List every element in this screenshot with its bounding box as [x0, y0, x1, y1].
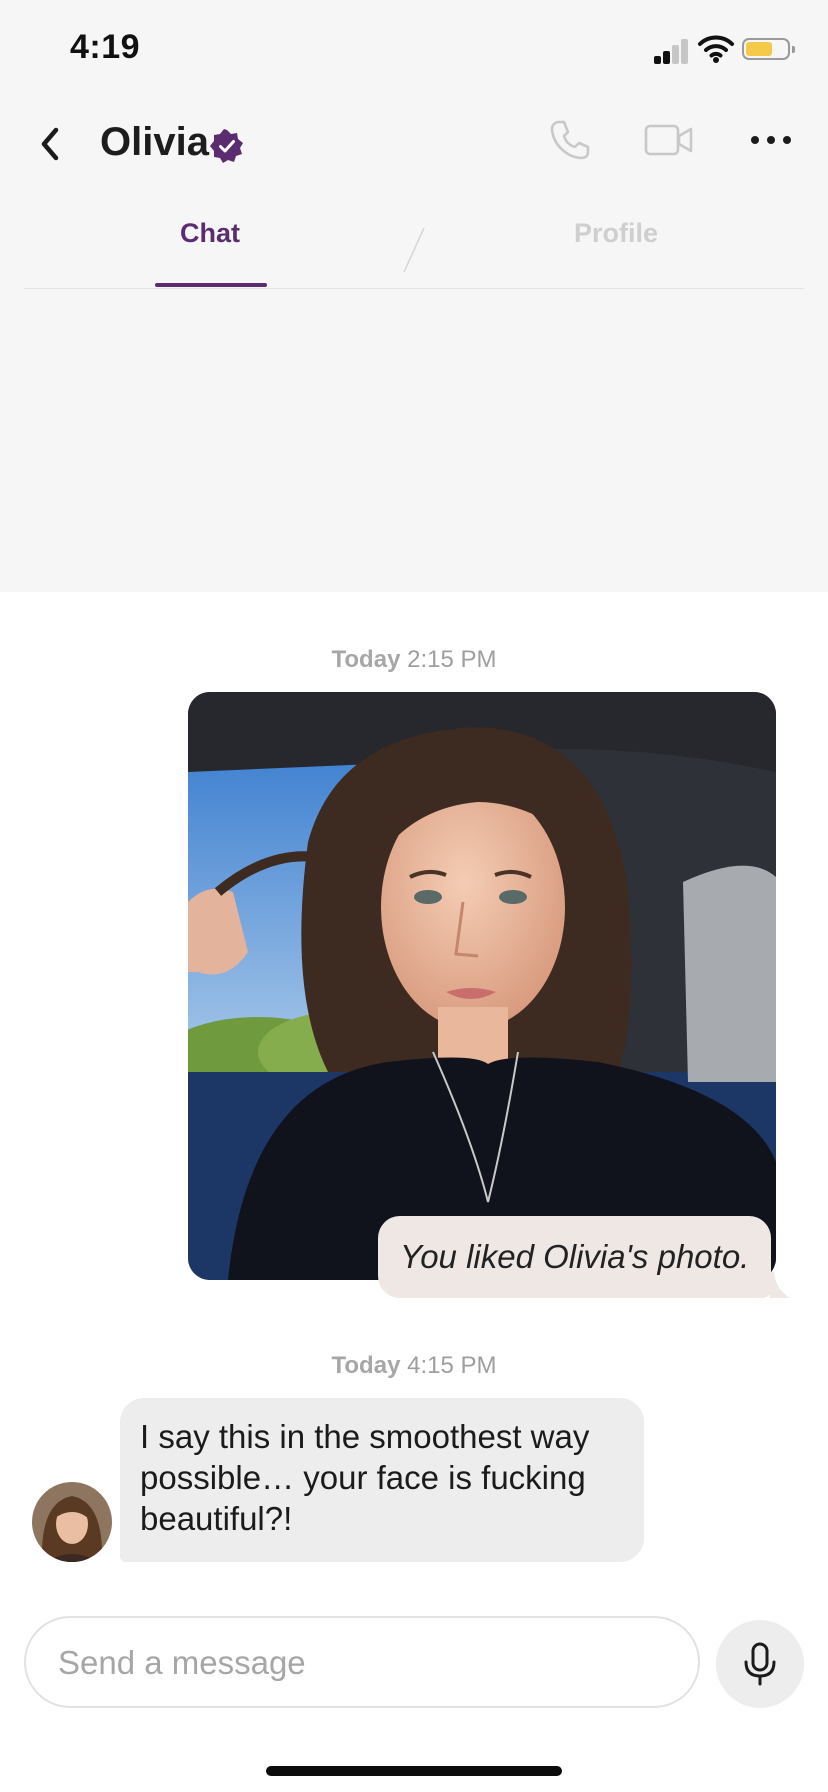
tab-divider	[403, 227, 425, 273]
header-divider	[24, 288, 804, 289]
selfie-photo-image	[188, 692, 776, 1280]
cellular-signal-icon	[654, 38, 690, 64]
timestamp-day: Today	[331, 1352, 401, 1379]
conversation-header: Olivia Chat Profile	[0, 100, 828, 290]
liked-photo[interactable]	[188, 692, 776, 1280]
message-composer	[24, 1616, 700, 1708]
incoming-message-bubble: I say this in the smoothest way possible…	[120, 1398, 644, 1562]
contact-avatar-image	[32, 1482, 112, 1562]
wifi-icon	[698, 35, 734, 63]
message-timestamp: Today 2:15 PM	[0, 646, 828, 674]
message-timestamp: Today 4:15 PM	[0, 1352, 828, 1380]
phone-icon[interactable]	[548, 118, 592, 162]
active-tab-indicator	[155, 283, 267, 287]
microphone-icon	[744, 1642, 776, 1686]
back-icon[interactable]	[34, 122, 66, 166]
tab-chat[interactable]: Chat	[180, 218, 240, 249]
home-indicator	[266, 1766, 562, 1776]
status-time: 4:19	[70, 28, 141, 66]
voice-message-button[interactable]	[716, 1620, 804, 1708]
timestamp-time: 4:15 PM	[407, 1352, 497, 1379]
verified-badge-icon	[210, 129, 243, 163]
battery-icon	[742, 38, 795, 60]
message-input[interactable]	[56, 1618, 670, 1708]
tab-profile[interactable]: Profile	[574, 218, 658, 249]
video-camera-icon[interactable]	[644, 120, 694, 160]
more-icon[interactable]	[748, 130, 794, 150]
status-bar: 4:19	[0, 0, 828, 100]
contact-name[interactable]: Olivia	[100, 120, 209, 165]
avatar[interactable]	[32, 1482, 112, 1562]
liked-photo-caption: You liked Olivia's photo.	[378, 1216, 772, 1298]
bubble-tail	[770, 1272, 790, 1298]
timestamp-day: Today	[331, 646, 401, 673]
timestamp-time: 2:15 PM	[407, 646, 497, 673]
